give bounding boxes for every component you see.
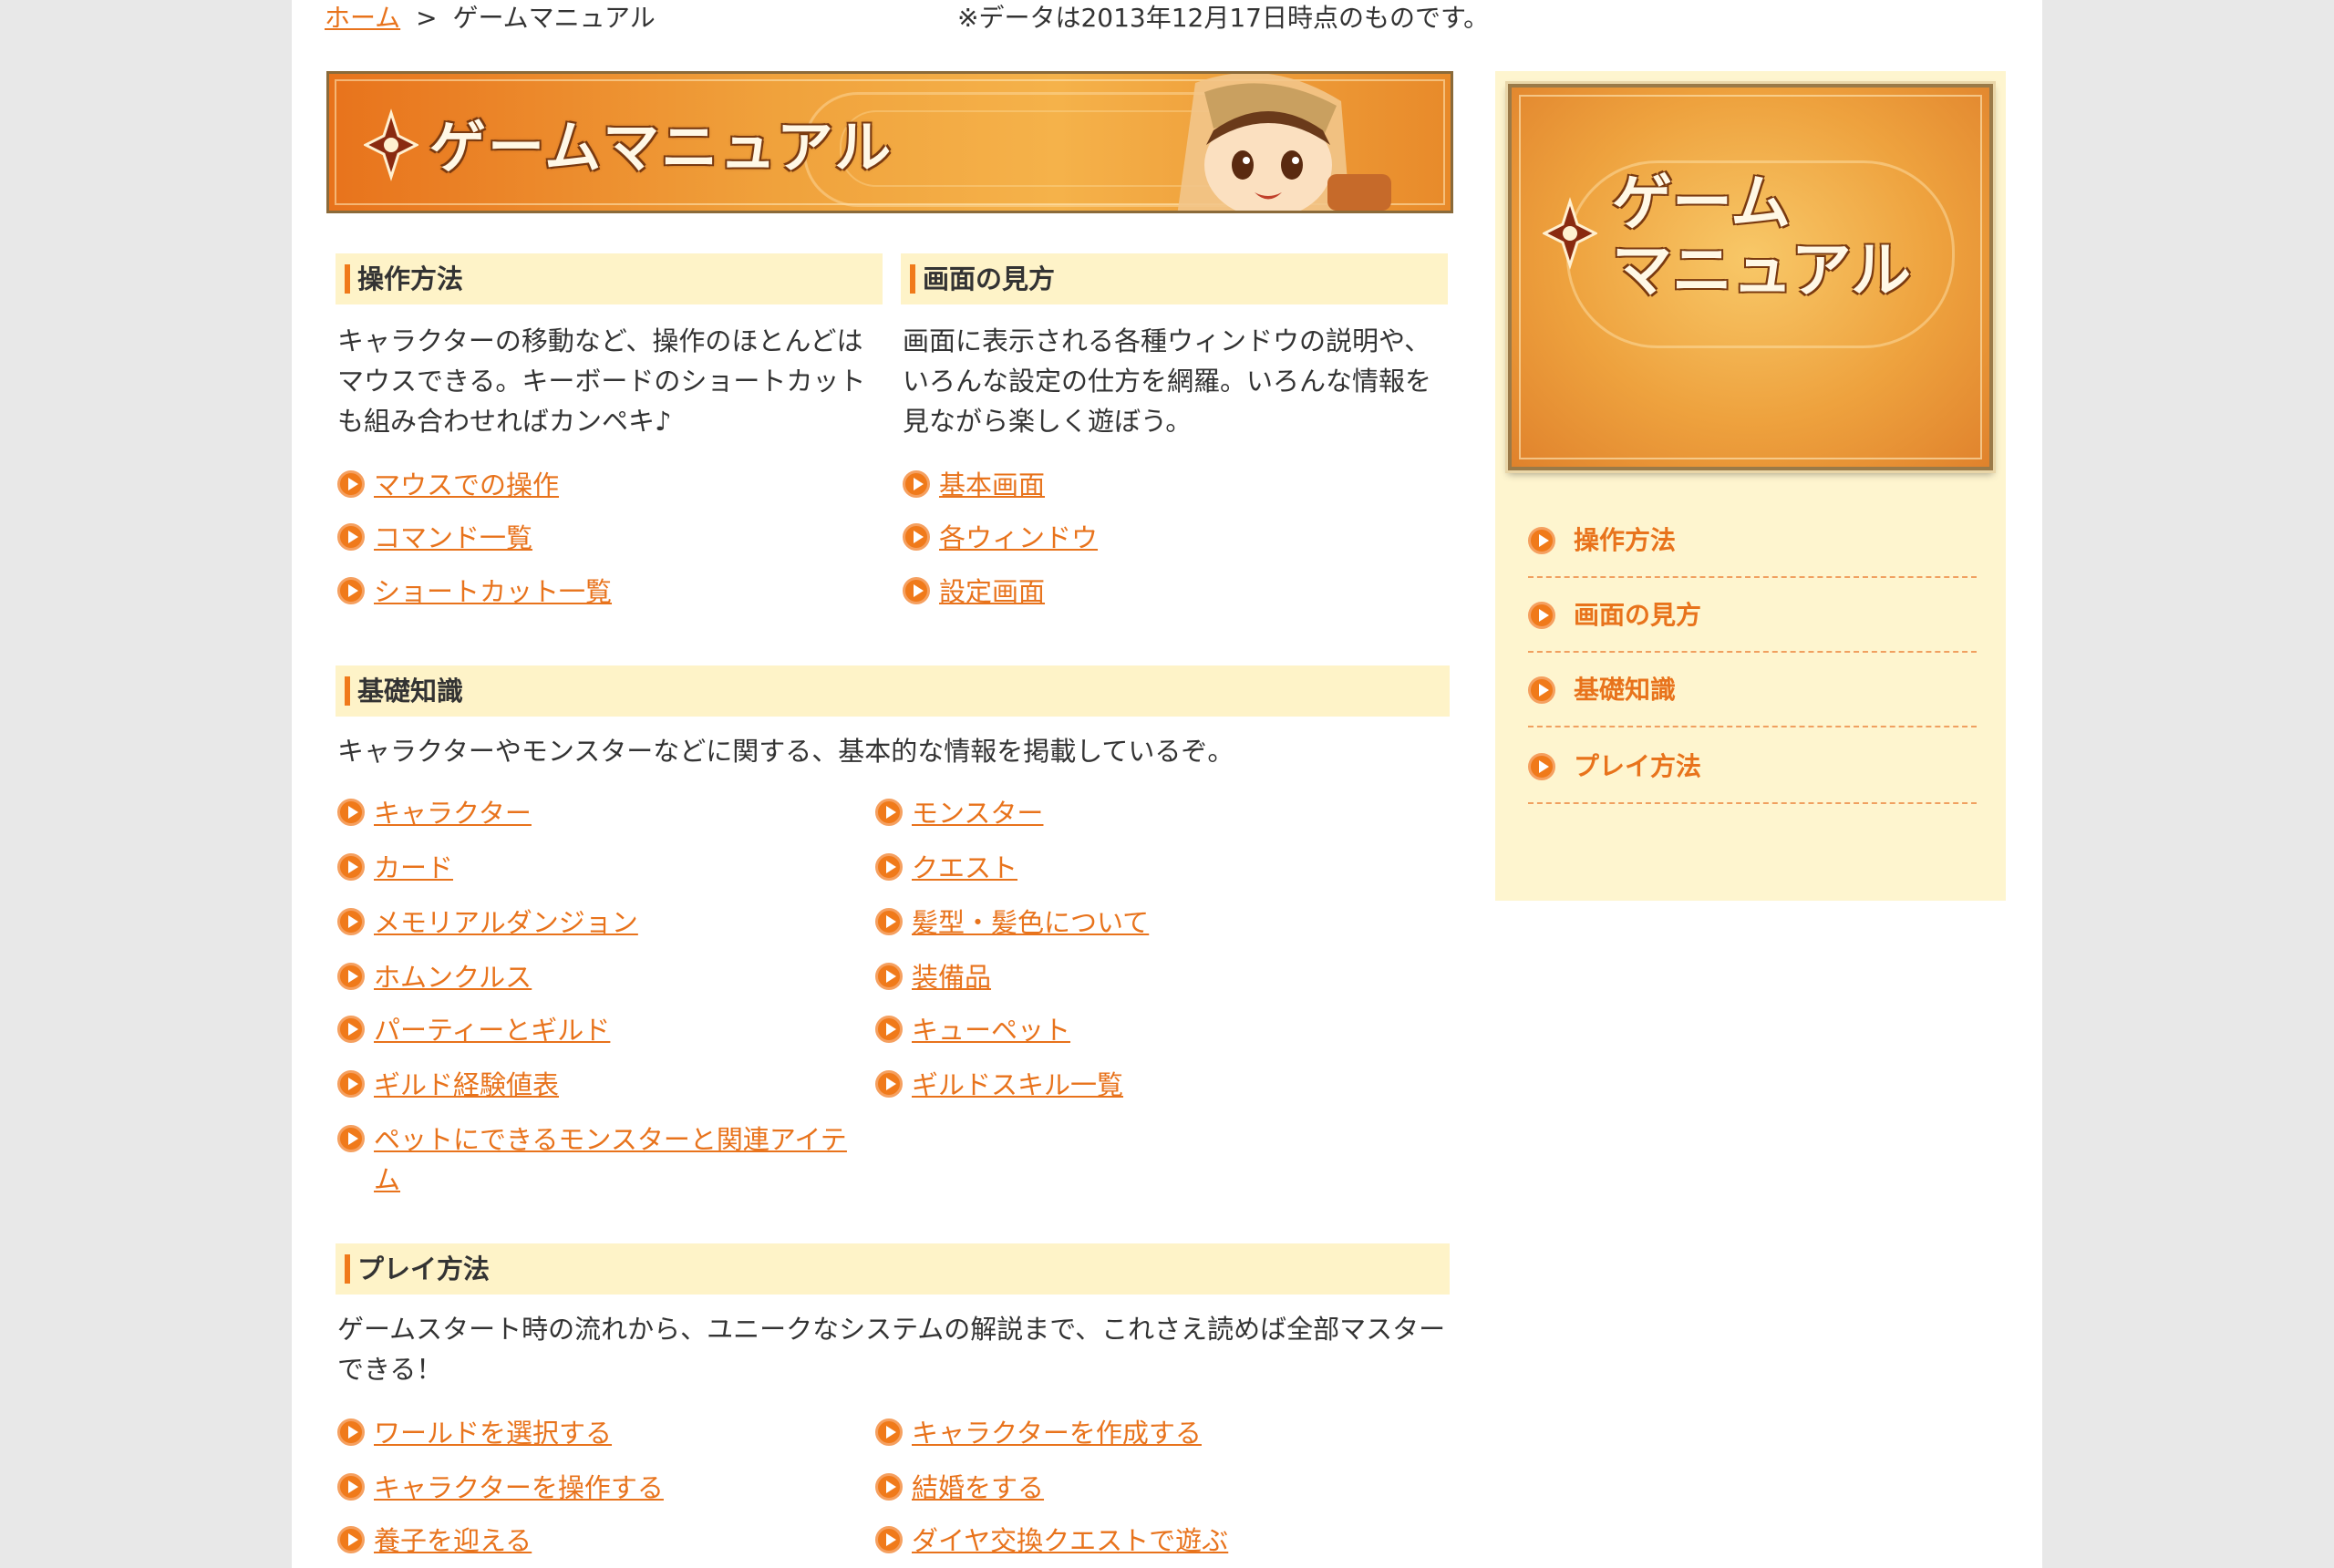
arrow-circle-icon [875, 1473, 903, 1501]
section-heading-play: プレイ方法 [336, 1243, 1450, 1295]
link-character[interactable]: キャラクター [337, 793, 532, 833]
link-homunculus[interactable]: ホムンクルス [337, 957, 532, 997]
sidebar-banner-title-line2: マニュアル [1612, 235, 1912, 305]
section-heading-screen: 画面の見方 [901, 253, 1448, 304]
top-bar: ホーム > ゲームマニュアル ※データは2013年12月17日時点のものです。 [325, 0, 1747, 36]
sidebar-banner-title-line1: ゲーム [1612, 168, 1792, 238]
link-marriage[interactable]: 結婚をする [875, 1468, 1044, 1508]
arrow-circle-icon [1528, 527, 1555, 554]
link-create-character[interactable]: キャラクターを作成する [875, 1413, 1202, 1453]
arrow-circle-icon [1528, 602, 1555, 629]
link-monster[interactable]: モンスター [875, 793, 1043, 833]
arrow-circle-icon [903, 577, 930, 604]
arrow-circle-icon [875, 1526, 903, 1553]
link-pet-monsters[interactable]: ペットにできるモンスターと関連アイテム [337, 1119, 866, 1200]
arrow-circle-icon [875, 1418, 903, 1446]
link-windows[interactable]: 各ウィンドウ [903, 518, 1098, 558]
sidebar: ゲーム マニュアル 操作方法 画面の見方 基礎知識 プレイ方法 [1495, 71, 2006, 901]
link-cupet[interactable]: キューペット [875, 1010, 1070, 1050]
arrow-circle-icon [337, 1016, 365, 1043]
link-command-list[interactable]: コマンド一覧 [337, 518, 532, 558]
breadcrumb-current: ゲームマニュアル [452, 3, 656, 33]
arrow-circle-icon [337, 470, 365, 498]
link-diamond-exchange-quest[interactable]: ダイヤ交換クエストで遊ぶ [875, 1521, 1228, 1561]
arrow-circle-icon [337, 1418, 365, 1446]
arrow-circle-icon [903, 523, 930, 551]
arrow-circle-icon [875, 963, 903, 990]
section-desc-controls: キャラクターの移動など、操作のほとんどはマウスできる。キーボードのショートカット… [337, 325, 866, 437]
section-desc-basics: キャラクターやモンスターなどに関する、基本的な情報を掲載しているぞ。 [337, 736, 1234, 767]
arrow-circle-icon [1528, 753, 1555, 780]
link-party-guild[interactable]: パーティーとギルド [337, 1010, 610, 1050]
section-heading-controls: 操作方法 [336, 253, 883, 304]
sidebar-nav-screen[interactable]: 画面の見方 [1528, 578, 1977, 653]
arrow-circle-icon [337, 1526, 365, 1553]
fleur-emblem-icon [1543, 197, 1597, 270]
data-date-note: ※データは2013年12月17日時点のものです。 [957, 3, 1490, 33]
link-equipment[interactable]: 装備品 [875, 957, 991, 997]
arrow-circle-icon [875, 1070, 903, 1098]
fleur-emblem-icon [364, 108, 418, 181]
arrow-circle-icon [337, 799, 365, 826]
character-illustration [1177, 74, 1391, 211]
breadcrumb-separator: > [416, 3, 438, 33]
link-select-world[interactable]: ワールドを選択する [337, 1413, 612, 1453]
arrow-circle-icon [337, 1070, 365, 1098]
link-operate-character[interactable]: キャラクターを操作する [337, 1468, 664, 1508]
arrow-circle-icon [337, 963, 365, 990]
arrow-circle-icon [337, 1473, 365, 1501]
arrow-circle-icon [875, 908, 903, 935]
sidebar-banner: ゲーム マニュアル [1508, 84, 1993, 470]
arrow-circle-icon [903, 470, 930, 498]
link-mouse-controls[interactable]: マウスでの操作 [337, 465, 559, 505]
link-shortcut-list[interactable]: ショートカット一覧 [337, 572, 612, 612]
arrow-circle-icon [1528, 676, 1555, 704]
arrow-circle-icon [337, 1125, 365, 1152]
sidebar-nav-basics[interactable]: 基礎知識 [1528, 653, 1977, 727]
section-heading-basics: 基礎知識 [336, 665, 1450, 717]
page: ホーム > ゲームマニュアル ※データは2013年12月17日時点のものです。 … [292, 0, 2042, 1568]
link-basic-screen[interactable]: 基本画面 [903, 465, 1045, 505]
section-desc-screen: 画面に表示される各種ウィンドウの説明や、いろんな設定の仕方を網羅。いろんな情報を… [903, 325, 1432, 437]
section-desc-play: ゲームスタート時の流れから、ユニークなシステムの解説まで、これさえ読めば全部マス… [337, 1314, 1446, 1385]
arrow-circle-icon [337, 853, 365, 881]
link-quest[interactable]: クエスト [875, 848, 1017, 888]
arrow-circle-icon [875, 853, 903, 881]
link-hairstyle[interactable]: 髪型・髪色について [875, 903, 1149, 943]
link-card[interactable]: カード [337, 848, 453, 888]
link-memorial-dungeon[interactable]: メモリアルダンジョン [337, 903, 638, 943]
sidebar-nav-play[interactable]: プレイ方法 [1528, 729, 1977, 804]
arrow-circle-icon [337, 908, 365, 935]
link-guild-skills[interactable]: ギルドスキル一覧 [875, 1065, 1123, 1105]
link-guild-exp-table[interactable]: ギルド経験値表 [337, 1065, 559, 1105]
link-adopt-child[interactable]: 養子を迎える [337, 1521, 532, 1561]
arrow-circle-icon [337, 523, 365, 551]
arrow-circle-icon [337, 577, 365, 604]
page-title-banner: ゲームマニュアル [326, 71, 1453, 213]
sidebar-banner-title: ゲーム マニュアル [1612, 170, 1911, 304]
sidebar-nav-controls[interactable]: 操作方法 [1528, 503, 1977, 578]
breadcrumb-home-link[interactable]: ホーム [325, 3, 400, 33]
arrow-circle-icon [875, 1016, 903, 1043]
arrow-circle-icon [875, 799, 903, 826]
page-title: ゲームマニュアル [429, 114, 893, 181]
link-settings-screen[interactable]: 設定画面 [903, 572, 1045, 612]
